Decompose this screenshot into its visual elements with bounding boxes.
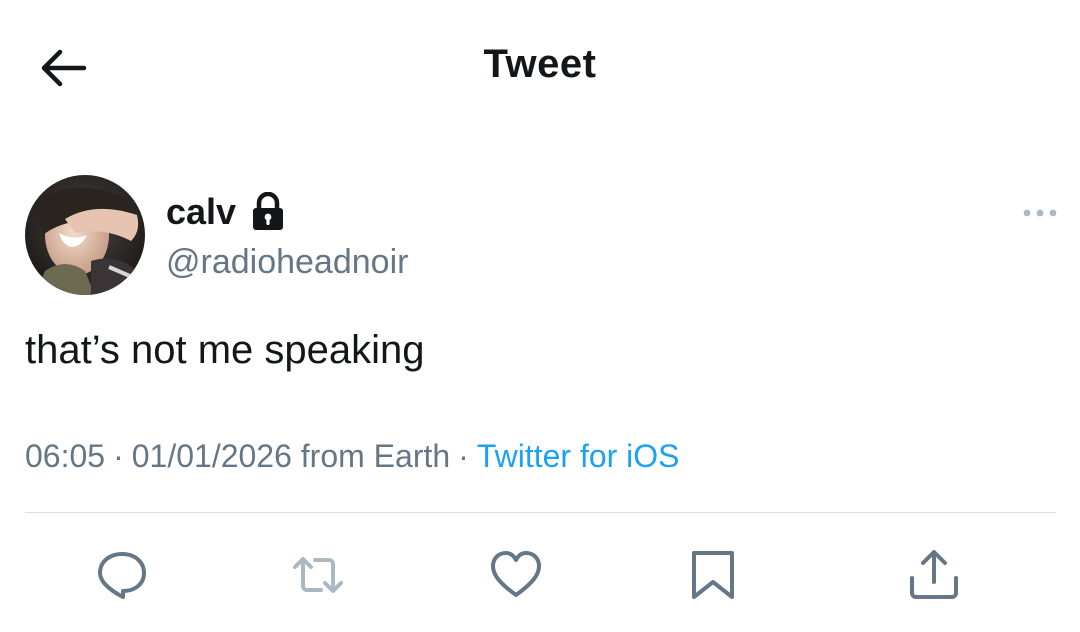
tweet-text: that’s not me speaking <box>25 328 425 372</box>
like-button[interactable] <box>489 548 543 602</box>
separator: · <box>458 438 469 474</box>
divider <box>25 512 1056 513</box>
reply-icon <box>98 552 146 599</box>
separator: · <box>113 438 124 474</box>
tweet-date: 01/01/2026 <box>131 438 292 474</box>
display-name: calv <box>166 191 237 232</box>
page-title: Tweet <box>483 42 597 86</box>
tweet-time: 06:05 <box>25 438 106 474</box>
tweet-metadata: 06:05 · 01/01/2026 from Earth · Twitter for … <box>25 438 680 475</box>
bookmark-icon <box>692 551 734 599</box>
share-button[interactable] <box>907 548 961 602</box>
more-options-button[interactable] <box>1022 203 1058 223</box>
share-icon <box>910 550 958 599</box>
author-handle[interactable]: @radioheadnoir <box>166 243 408 282</box>
retweet-icon <box>293 557 343 593</box>
reply-button[interactable] <box>95 548 149 602</box>
like-icon <box>491 551 541 597</box>
avatar[interactable] <box>25 175 145 295</box>
author-name-row[interactable]: calv <box>166 190 286 234</box>
lock-icon <box>253 192 284 230</box>
bookmark-button[interactable] <box>686 548 740 602</box>
avatar-image <box>25 175 145 295</box>
tweet-location: from Earth <box>300 438 451 474</box>
retweet-button[interactable] <box>291 548 345 602</box>
client-link[interactable]: Twitter for iOS <box>477 438 680 474</box>
more-horizontal-icon <box>1023 209 1057 217</box>
